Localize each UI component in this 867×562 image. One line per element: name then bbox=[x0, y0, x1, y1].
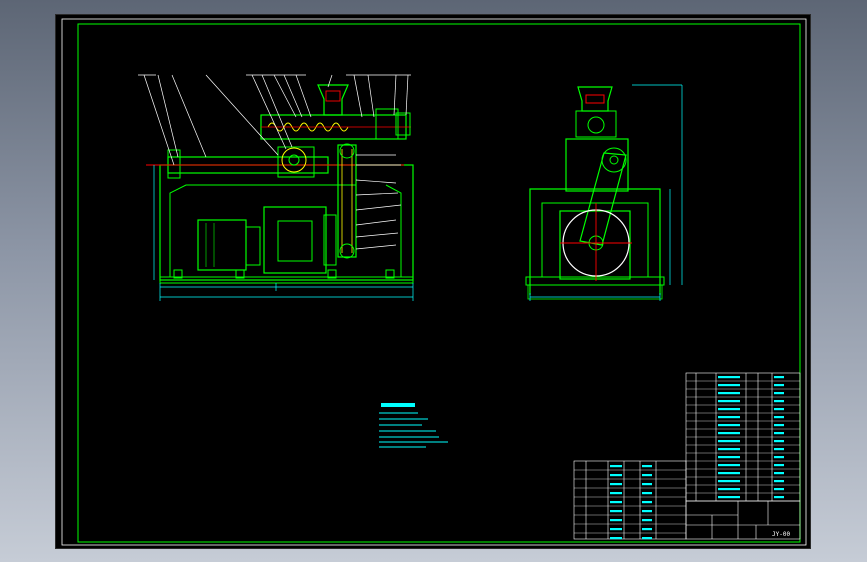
cell-text-mark bbox=[642, 474, 652, 477]
cell-text-mark bbox=[642, 537, 652, 540]
cell-text-mark bbox=[610, 537, 622, 540]
side-hopper bbox=[577, 86, 613, 112]
cad-viewport[interactable]: JY-00 bbox=[55, 14, 811, 549]
cell-text-mark bbox=[610, 519, 622, 522]
cell-text-mark bbox=[718, 456, 740, 459]
cell-text-mark bbox=[718, 400, 740, 403]
cell-text-mark bbox=[718, 416, 740, 419]
cell-text-mark bbox=[774, 496, 784, 499]
cell-text-mark bbox=[610, 501, 622, 504]
cell-text-mark bbox=[610, 492, 622, 495]
cell-text-mark bbox=[610, 483, 622, 486]
cell-text-mark bbox=[718, 376, 740, 379]
cell-text-mark bbox=[718, 464, 740, 467]
upper-pulley-hub bbox=[609, 155, 619, 165]
cell-text-mark bbox=[610, 474, 622, 477]
cell-text-mark bbox=[774, 464, 784, 467]
cell-text-mark bbox=[774, 408, 784, 411]
cell-text-mark bbox=[642, 465, 652, 468]
side-view[interactable] bbox=[525, 84, 683, 301]
parts-list-rows bbox=[686, 380, 800, 494]
chain-drive bbox=[337, 144, 357, 258]
side-hopper-opening bbox=[585, 94, 605, 104]
motor-flange bbox=[245, 226, 261, 266]
cell-text-mark bbox=[774, 376, 784, 379]
cell-text-mark bbox=[610, 510, 622, 513]
cell-text-mark bbox=[718, 384, 740, 387]
gearbox bbox=[263, 206, 327, 274]
drawing-code: JY-00 bbox=[772, 531, 790, 538]
cell-text-mark bbox=[774, 392, 784, 395]
gear-large bbox=[281, 147, 307, 173]
upper-pulley bbox=[601, 147, 627, 173]
cell-text-mark bbox=[642, 519, 652, 522]
cell-text-mark bbox=[774, 448, 784, 451]
leader-lines-right bbox=[355, 154, 402, 250]
cell-text-mark bbox=[774, 424, 784, 427]
side-base-plate bbox=[525, 276, 665, 286]
hopper bbox=[317, 84, 349, 116]
cell-text-mark bbox=[718, 424, 740, 427]
cell-text-mark bbox=[718, 448, 740, 451]
engineering-drawing: JY-00 bbox=[61, 18, 807, 546]
cell-text-mark bbox=[718, 408, 740, 411]
cell-text-mark bbox=[718, 496, 740, 499]
motor-body bbox=[197, 219, 247, 271]
cell-text-mark bbox=[718, 488, 740, 491]
technical-notes bbox=[379, 403, 448, 448]
belt-arm bbox=[579, 152, 627, 246]
cell-text-mark bbox=[774, 488, 784, 491]
side-dimensions bbox=[529, 84, 683, 301]
cell-text-mark bbox=[718, 432, 740, 435]
cell-text-mark bbox=[774, 472, 784, 475]
leader-lines-top bbox=[138, 74, 411, 166]
notes-title-bar bbox=[381, 403, 415, 407]
cell-text-mark bbox=[774, 456, 784, 459]
cell-text-mark bbox=[718, 440, 740, 443]
side-base-inner bbox=[541, 202, 649, 277]
revision-block[interactable] bbox=[573, 460, 687, 540]
cell-text-mark bbox=[718, 392, 740, 395]
gearbox-window bbox=[277, 220, 313, 262]
cell-text-mark bbox=[718, 472, 740, 475]
cell-text-mark bbox=[774, 400, 784, 403]
cell-text-mark bbox=[642, 510, 652, 513]
side-feed-shaft bbox=[587, 116, 605, 134]
cell-text-mark bbox=[774, 416, 784, 419]
cell-text-mark bbox=[642, 528, 652, 531]
cell-text-mark bbox=[774, 432, 784, 435]
feed-motor bbox=[375, 108, 399, 140]
revision-rows bbox=[574, 469, 686, 534]
base-leg-right bbox=[385, 184, 402, 277]
cell-text-mark bbox=[774, 480, 784, 483]
cell-text-mark bbox=[774, 384, 784, 387]
cell-text-mark bbox=[642, 483, 652, 486]
cell-text-mark bbox=[718, 480, 740, 483]
front-view[interactable] bbox=[138, 74, 414, 301]
cell-text-mark bbox=[642, 501, 652, 504]
cell-text-mark bbox=[642, 492, 652, 495]
outer-frame bbox=[61, 18, 807, 546]
cell-text-mark bbox=[610, 528, 622, 531]
hopper-opening bbox=[325, 90, 341, 102]
cell-text-mark bbox=[774, 440, 784, 443]
cell-text-mark bbox=[610, 465, 622, 468]
